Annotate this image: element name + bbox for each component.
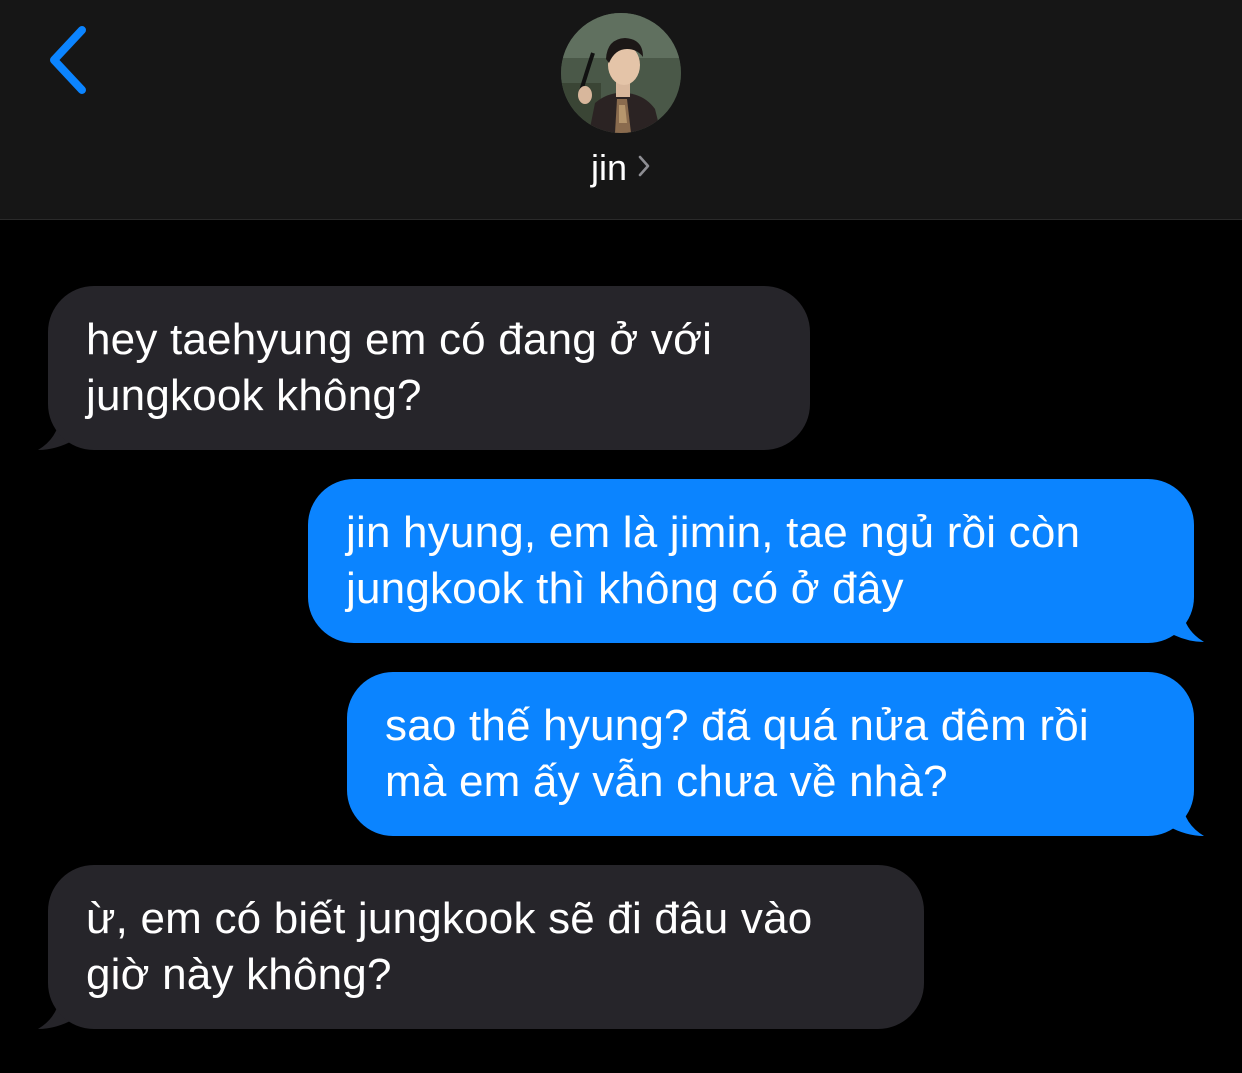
message-text: jin hyung, em là jimin, tae ngủ rồi còn … — [346, 508, 1081, 613]
message-text: ừ, em có biết jungkook sẽ đi đâu vào giờ… — [86, 894, 813, 999]
message-bubble-sent[interactable]: jin hyung, em là jimin, tae ngủ rồi còn … — [308, 479, 1194, 643]
chevron-right-icon — [637, 142, 651, 190]
contact-title[interactable]: jin — [0, 142, 1242, 192]
conversation-header: jin — [0, 0, 1242, 220]
contact-avatar[interactable] — [561, 13, 681, 133]
chevron-left-icon — [40, 22, 100, 98]
contact-name: jin — [590, 147, 628, 189]
message-text: hey taehyung em có đang ở với jungkook k… — [86, 315, 713, 420]
message-text: sao thế hyung? đã quá nửa đêm rồi mà em … — [385, 701, 1089, 806]
message-bubble-received[interactable]: hey taehyung em có đang ở với jungkook k… — [48, 286, 810, 450]
message-list[interactable]: hey taehyung em có đang ở với jungkook k… — [0, 220, 1242, 1073]
back-button[interactable] — [40, 22, 100, 98]
message-bubble-received[interactable]: ừ, em có biết jungkook sẽ đi đâu vào giờ… — [48, 865, 924, 1029]
message-bubble-sent[interactable]: sao thế hyung? đã quá nửa đêm rồi mà em … — [347, 672, 1194, 836]
